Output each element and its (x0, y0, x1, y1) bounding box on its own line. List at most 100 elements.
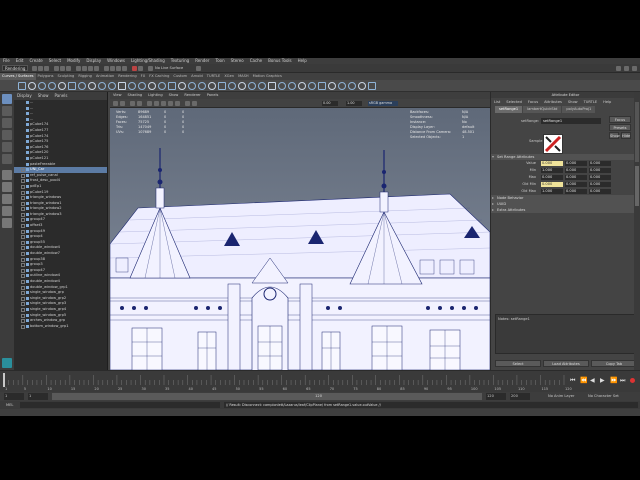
xyz-icon[interactable] (196, 66, 201, 71)
attr-field-value[interactable]: 0.000 (541, 175, 563, 180)
expand-icon[interactable] (21, 184, 25, 189)
render-settings-icon[interactable] (122, 66, 127, 71)
expand-icon[interactable] (21, 212, 25, 217)
presets-button[interactable]: Presets (609, 124, 631, 131)
attr-menu-focus[interactable]: Focus (525, 98, 541, 106)
expand-icon[interactable] (21, 319, 25, 324)
viewport-menu-panels[interactable]: Panels (204, 92, 222, 99)
expand-icon[interactable] (21, 246, 25, 251)
expand-icon[interactable] (21, 302, 25, 307)
hide-button[interactable]: Hide (621, 132, 631, 139)
shelf-tool-icon[interactable] (358, 82, 366, 90)
shelf-tab-fx-caching[interactable]: FX Caching (147, 73, 171, 80)
film-gate-icon[interactable] (137, 101, 142, 106)
attr-field-value[interactable]: 0.000 (565, 175, 587, 180)
select-component-icon[interactable] (66, 66, 71, 71)
shelf-tool-icon[interactable] (248, 82, 256, 90)
hypershade-layout-icon[interactable] (2, 218, 12, 228)
shelf-tool-icon[interactable] (318, 82, 326, 90)
textured-icon[interactable] (161, 101, 166, 106)
shelf-tab-curves-surfaces[interactable]: Curves / Surfaces (0, 73, 36, 80)
channel-box-toggle-icon[interactable] (624, 66, 629, 71)
shadows-icon[interactable] (175, 101, 180, 106)
viewport-menu-lighting[interactable]: Lighting (145, 92, 166, 99)
expand-icon[interactable] (21, 179, 25, 184)
shelf-tool-icon[interactable] (128, 82, 136, 90)
attr-menu-turtle[interactable]: TURTLE (581, 98, 601, 106)
shelf-tool-icon[interactable] (98, 82, 106, 90)
outliner-layout-icon[interactable] (2, 194, 12, 204)
isolate-icon[interactable] (192, 101, 197, 106)
attr-menu-list[interactable]: List (491, 98, 503, 106)
expand-icon[interactable] (21, 268, 25, 273)
shelf-tool-icon[interactable] (218, 82, 226, 90)
play-backward-icon[interactable]: ◀ (590, 377, 595, 384)
shelf-tool-icon[interactable] (148, 82, 156, 90)
shelf-tab-animation[interactable]: Animation (94, 73, 116, 80)
shelf-tool-icon[interactable] (258, 82, 266, 90)
lasso-tool-icon[interactable] (2, 106, 12, 116)
graph-layout-icon[interactable] (2, 206, 12, 216)
viewport-scene[interactable]: Verts: 89689 0 0 Edges: 164851 0 0 Faces: 75725 0 0… (110, 108, 490, 370)
attr-tab-polyautoproj1[interactable]: polyAutoProj1 (562, 106, 596, 113)
attr-field-value[interactable]: 0.000 (565, 182, 587, 187)
shelf-tool-icon[interactable] (308, 82, 316, 90)
viewport-menu-view[interactable]: View (110, 92, 125, 99)
focus-button[interactable]: Focus (609, 116, 631, 123)
expand-icon[interactable] (21, 291, 25, 296)
shelf-tab-polygons[interactable]: Polygons (36, 73, 56, 80)
menu-set-dropdown[interactable]: Rendering (2, 65, 28, 71)
play-forward-icon[interactable]: ▶ (600, 377, 605, 384)
shelf-tool-icon[interactable] (58, 82, 66, 90)
shelf-tool-icon[interactable] (158, 82, 166, 90)
expand-icon[interactable] (21, 296, 25, 301)
outliner-row[interactable]: bottom_window_grp1 (14, 324, 107, 330)
shelf-tool-icon[interactable] (338, 82, 346, 90)
smooth-shade-icon[interactable] (154, 101, 159, 106)
attribute-editor-toggle-icon[interactable] (632, 66, 637, 71)
paint-select-tool-icon[interactable] (2, 118, 12, 128)
wireframe-icon[interactable] (147, 101, 152, 106)
shelf-tool-icon[interactable] (138, 82, 146, 90)
select-hierarchy-icon[interactable] (54, 66, 59, 71)
snap-view-icon[interactable] (94, 66, 99, 71)
record-icon[interactable] (630, 378, 635, 383)
mel-label[interactable]: MEL (6, 401, 13, 409)
camera-attributes-icon[interactable] (120, 101, 125, 106)
expand-icon[interactable] (21, 257, 25, 262)
attr-field-value[interactable]: 0.000 (565, 189, 587, 194)
four-view-icon[interactable] (2, 182, 12, 192)
step-forward-icon[interactable]: ⏩ (610, 377, 617, 384)
command-input[interactable] (20, 402, 220, 408)
attr-field-value[interactable]: 0.000 (589, 175, 611, 180)
time-slider-ruler[interactable]: 1 5 10 15 20 25 30 35 40 45 50 55 60 65 70 75 80 85 90 95 10… (0, 371, 640, 393)
expand-icon[interactable] (21, 173, 25, 178)
outliner-menu-display[interactable]: Display (14, 92, 35, 100)
outliner-menu-panels[interactable]: Panels (52, 92, 71, 100)
snap-grid-icon[interactable] (76, 66, 81, 71)
move-tool-icon[interactable] (2, 130, 12, 140)
step-back-icon[interactable]: ⏪ (580, 377, 587, 384)
xray-icon[interactable] (185, 101, 190, 106)
range-end-field[interactable]: 120 (486, 393, 506, 400)
shelf-tool-icon[interactable] (208, 82, 216, 90)
symmetry-icon[interactable] (138, 66, 143, 71)
select-tool-icon[interactable] (2, 94, 12, 104)
attr-field-value[interactable]: 0.000 (565, 161, 587, 166)
attr-field-value[interactable]: 0.000 (565, 168, 587, 173)
expand-icon[interactable] (21, 324, 25, 329)
hypershade-icon[interactable] (132, 66, 137, 71)
sidebar-toggle-icon[interactable] (616, 66, 621, 71)
attr-field-value[interactable]: 0.000 (589, 161, 611, 166)
colorspace-dropdown[interactable]: sRGB gamma (368, 101, 398, 106)
start-frame-field[interactable]: 1 (4, 393, 24, 400)
shelf-tool-icon[interactable] (168, 82, 176, 90)
snap-curve-icon[interactable] (82, 66, 87, 71)
expand-icon[interactable] (21, 313, 25, 318)
attr-tab-lambertquickstd[interactable]: lambertQuickStd (523, 106, 562, 113)
history-icon[interactable] (104, 66, 109, 71)
viewport-menu-show[interactable]: Show (166, 92, 182, 99)
viewport-menu-shading[interactable]: Shading (125, 92, 146, 99)
attr-field-value[interactable]: 0.000 (541, 182, 563, 187)
expand-icon[interactable] (21, 252, 25, 257)
